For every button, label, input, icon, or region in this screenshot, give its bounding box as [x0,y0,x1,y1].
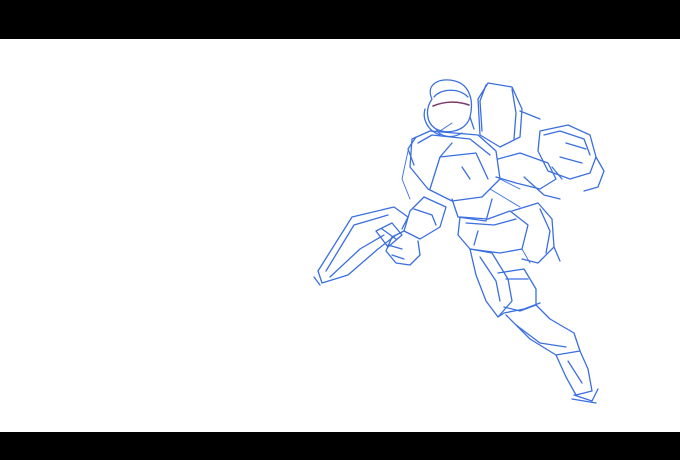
sword-sketch [313,206,409,286]
video-frame [0,0,680,460]
right-arm-sketch [495,124,605,200]
letterbox-top-bar [0,0,680,39]
hips-sketch [457,210,529,254]
robot-sketch [313,79,605,404]
construction-lines-sketch [401,122,531,264]
front-leg-sketch [469,248,599,404]
letterbox-bottom-bar [0,432,680,460]
helmet-sketch [423,79,475,138]
torso-sketch [407,130,501,222]
shoulder-pack-sketch [477,82,541,148]
back-leg-sketch [511,202,561,264]
sketch-canvas [0,39,680,432]
helmet-visor [432,101,470,107]
